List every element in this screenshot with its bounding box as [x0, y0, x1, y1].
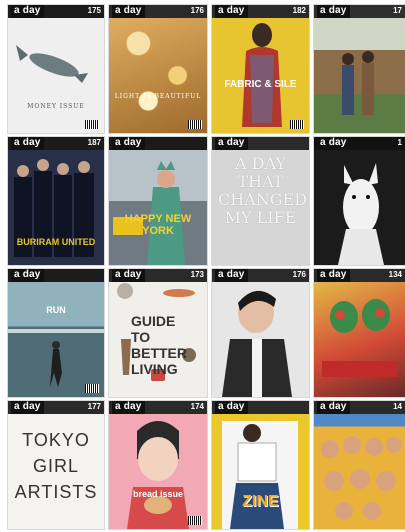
- cover-headline: HAPPY NEW YORK: [124, 213, 192, 237]
- brand-logo: a day: [317, 269, 350, 282]
- runner-photo: [8, 329, 104, 387]
- issue-number: 175: [87, 6, 101, 15]
- brand-logo: a day: [215, 137, 248, 150]
- brand-logo: a day: [112, 269, 145, 282]
- issue-number: 174: [190, 402, 204, 411]
- brand-logo: a day: [215, 5, 248, 18]
- brand-logo: a day: [112, 137, 145, 150]
- statue-of-liberty-costume: [113, 161, 185, 265]
- cover-headline: A DAY THAT CHANGED MY LIFE: [218, 154, 308, 227]
- cover-headline: RUN: [46, 305, 66, 315]
- cover-headline: MONEY ISSUE: [27, 103, 85, 110]
- issue-number: 176: [292, 270, 306, 279]
- cover-fabric-and-sile[interactable]: a day 182 FABRIC & SILE: [212, 5, 309, 133]
- brand-logo: a day: [11, 269, 44, 282]
- model-figure: [242, 23, 282, 127]
- barcode: [290, 120, 304, 129]
- brand-logo: a day: [317, 137, 350, 150]
- cover-headline: bread issue: [132, 489, 184, 499]
- brand-logo: a day: [317, 401, 350, 414]
- brand-logo: a day: [317, 5, 350, 18]
- cover-bread-issue[interactable]: a day 174 bread issue: [109, 401, 207, 529]
- cover-money-issue[interactable]: a day 175 MONEY ISSUE: [8, 5, 104, 133]
- brand-logo: a day: [112, 401, 145, 414]
- issue-number: 176: [190, 6, 204, 15]
- barcode: [188, 120, 202, 129]
- cover-green-storefront[interactable]: a day 17: [314, 5, 405, 133]
- cover-headline: FABRIC & SILE: [224, 79, 297, 90]
- barcode: [188, 516, 202, 525]
- cover-run[interactable]: a day RUN: [8, 269, 104, 397]
- faces-collage-photo: [321, 436, 402, 520]
- cover-light-is-beautiful[interactable]: a day 176 LIGHT IS BEAUTIFUL: [109, 5, 207, 133]
- laughing-man-photo: [222, 290, 292, 397]
- issue-number: 1: [397, 138, 402, 147]
- issue-number: 14: [393, 402, 402, 411]
- child-with-bread-photo: [127, 421, 189, 529]
- barcode: [85, 120, 99, 129]
- cover-headline: LIGHT IS BEAUTIFUL: [114, 93, 202, 100]
- two-people-photo: [342, 51, 374, 115]
- cover-a-day-that-changed-my-life[interactable]: a day A DAY THAT CHANGED MY LIFE: [212, 137, 309, 265]
- issue-number: 17: [393, 6, 402, 15]
- brand-logo: a day: [11, 5, 44, 18]
- fish-skeleton-illustration: [16, 45, 88, 83]
- masked-rider-illustration: [322, 299, 398, 377]
- cover-headline: TOKYO GIRL ARTISTS: [14, 430, 98, 502]
- cover-happy-new-york[interactable]: a day HAPPY NEW YORK: [109, 137, 207, 265]
- cover-headline: GUIDE TO BETTER LIVING: [131, 313, 187, 377]
- issue-number: 182: [292, 6, 306, 15]
- cover-headline: ZINE: [242, 493, 279, 510]
- cover-faces-collage[interactable]: a day 14: [314, 401, 405, 529]
- issue-number: 173: [190, 270, 204, 279]
- cover-buriram-united[interactable]: a day 187 BURIRAM UNITED: [8, 137, 104, 265]
- brand-logo: a day: [11, 137, 44, 150]
- brand-logo: a day: [215, 269, 248, 282]
- cover-laughing-portrait[interactable]: a day 176: [212, 269, 309, 397]
- brand-logo: a day: [112, 5, 145, 18]
- issue-number: 134: [388, 270, 402, 279]
- brand-logo: a day: [215, 401, 248, 414]
- brand-logo: a day: [11, 401, 44, 414]
- cover-guide-to-better-living[interactable]: a day 173 GUIDE TO BETTER LIVING: [109, 269, 207, 397]
- cover-tokyo-girl-artists[interactable]: a day 177 TOKYO GIRL ARTISTS: [8, 401, 104, 529]
- cover-masked-rider[interactable]: a day 134: [314, 269, 405, 397]
- cover-headline: BURIRAM UNITED: [16, 237, 96, 247]
- barcode: [85, 384, 99, 393]
- cover-zine[interactable]: a day ZINE: [212, 401, 309, 529]
- cover-bull-terrier[interactable]: a day 1: [314, 137, 405, 265]
- white-dog-photo: [338, 163, 384, 265]
- magazine-cover-grid: a day 175 MONEY ISSUE a day 176 LIGHT IS…: [0, 0, 405, 532]
- issue-number: 187: [87, 138, 101, 147]
- issue-number: 177: [87, 402, 101, 411]
